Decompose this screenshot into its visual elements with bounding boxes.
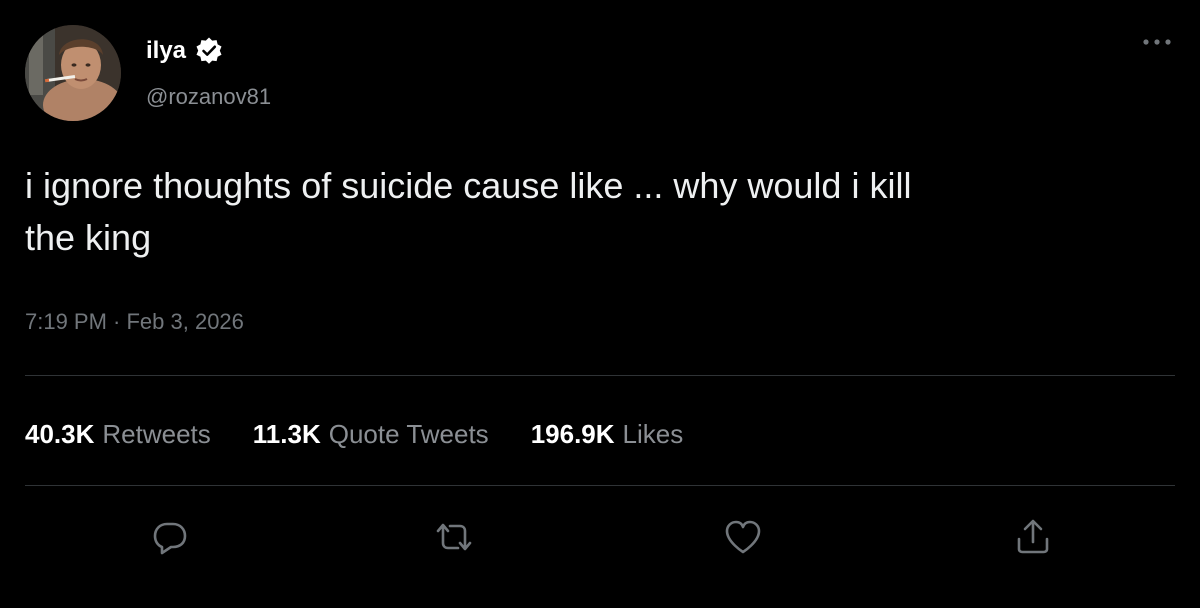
likes-count: 196.9K (530, 419, 615, 449)
heart-icon (725, 520, 761, 554)
quote-tweets-label: Quote Tweets (328, 419, 489, 449)
share-icon (1017, 519, 1049, 554)
display-name[interactable]: ilya (146, 37, 186, 65)
verified-badge-icon (194, 36, 224, 66)
likes-stat[interactable]: 196.9K Likes (531, 418, 684, 450)
user-handle[interactable]: @rozanov81 (146, 84, 271, 110)
avatar[interactable] (25, 25, 121, 121)
quote-tweets-stat[interactable]: 11.3K Quote Tweets (253, 418, 489, 450)
action-bar (0, 515, 1200, 559)
avatar-photo (25, 25, 121, 121)
author-name-row: ilya (146, 36, 224, 66)
more-options-icon[interactable] (1140, 34, 1174, 50)
like-button[interactable] (721, 515, 765, 559)
reply-icon (153, 522, 187, 555)
tweet-timestamp[interactable]: 7:19 PM · Feb 3, 2026 (25, 308, 244, 336)
reply-button[interactable] (148, 515, 192, 559)
divider (25, 375, 1175, 376)
tweet-text: i ignore thoughts of suicide cause like … (25, 165, 912, 258)
engagement-stats: 40.3K Retweets 11.3K Quote Tweets 196.9K… (25, 418, 725, 450)
retweet-icon (436, 523, 472, 551)
retweets-stat[interactable]: 40.3K Retweets (25, 418, 211, 450)
likes-label: Likes (622, 419, 684, 449)
divider (25, 485, 1175, 486)
retweets-label: Retweets (102, 419, 211, 449)
quote-tweets-count: 11.3K (252, 419, 321, 449)
retweets-count: 40.3K (25, 419, 95, 449)
retweet-button[interactable] (432, 515, 476, 559)
share-button[interactable] (1011, 515, 1055, 559)
tweet-card: ilya @rozanov81 i ignore thoughts of sui… (0, 0, 1200, 608)
